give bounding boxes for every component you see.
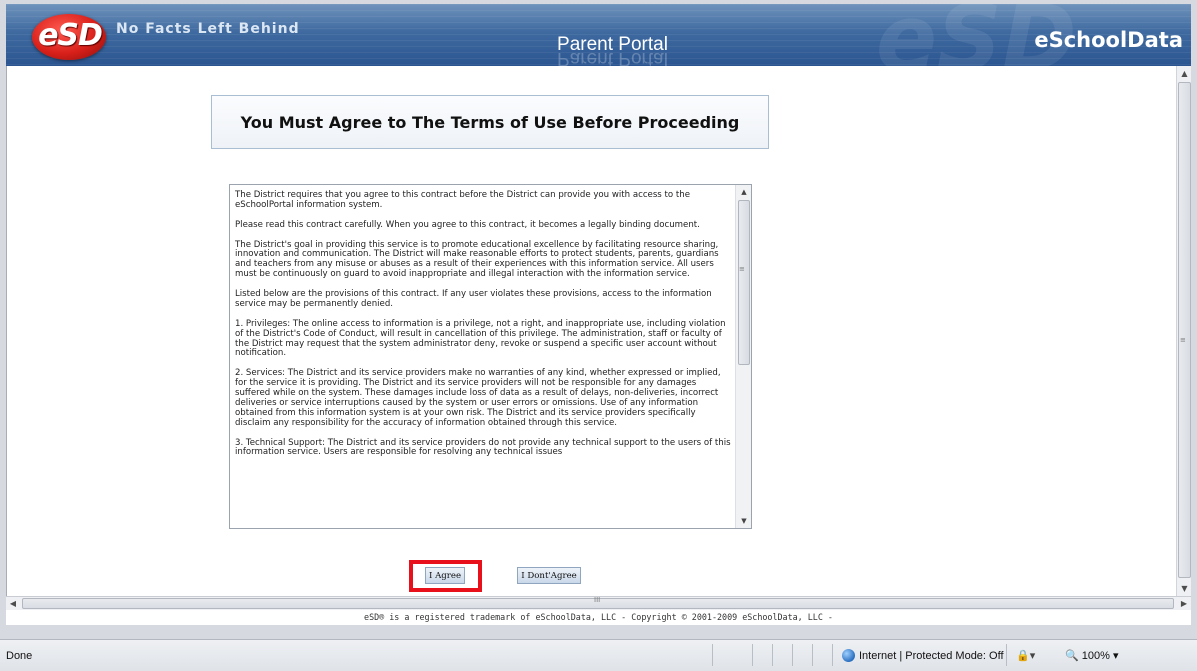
scroll-up-icon[interactable]: ▲ xyxy=(1177,66,1192,81)
zoom-level: 100% xyxy=(1081,650,1110,662)
terms-paragraph: Listed below are the provisions of this … xyxy=(235,289,712,309)
page-horizontal-scrollbar[interactable]: ◀ III ▶ xyxy=(6,596,1191,610)
terms-paragraph: 3. Technical Support: The District and i… xyxy=(235,437,731,458)
portal-title-reflection: Parent Portal xyxy=(557,53,668,66)
page-scroll-thumb[interactable] xyxy=(1178,82,1191,578)
scroll-grip-icon: ≡ xyxy=(739,265,745,273)
status-divider xyxy=(1006,644,1007,666)
zoom-icon: 🔍 xyxy=(1065,650,1079,662)
chevron-down-icon: ▾ xyxy=(1112,650,1119,662)
terms-paragraph: The District requires that you agree to … xyxy=(235,190,690,210)
terms-scroll-thumb[interactable] xyxy=(738,200,750,365)
scroll-up-icon[interactable]: ▲ xyxy=(736,185,751,199)
page-title: You Must Agree to The Terms of Use Befor… xyxy=(240,112,740,132)
agree-button[interactable]: I Agree xyxy=(425,567,465,584)
status-divider xyxy=(792,644,793,666)
browser-window: eSD eSD No Facts Left Behind Parent Port… xyxy=(0,0,1197,671)
scroll-grip-icon: ≡ xyxy=(1180,336,1186,344)
terms-paragraph: 1. Privileges: The online access to info… xyxy=(235,318,726,359)
scroll-down-icon[interactable]: ▼ xyxy=(736,514,751,528)
terms-scrollbar[interactable]: ▲ ≡ ▼ xyxy=(735,185,751,528)
content-area: You Must Agree to The Terms of Use Befor… xyxy=(6,66,1176,596)
terms-title-box: You Must Agree to The Terms of Use Befor… xyxy=(211,95,769,149)
brand-name: eSchoolData xyxy=(1034,28,1183,52)
terms-paragraph: 2. Services: The District and its servic… xyxy=(235,368,721,428)
disagree-button[interactable]: I Dont'Agree xyxy=(517,567,581,584)
zone-label: Internet | Protected Mode: Off xyxy=(859,649,1004,662)
terms-paragraph: The District's goal in providing this se… xyxy=(235,239,719,280)
terms-paragraph: Please read this contract carefully. Whe… xyxy=(235,219,700,230)
status-divider xyxy=(832,644,833,666)
status-divider xyxy=(812,644,813,666)
scroll-right-icon[interactable]: ▶ xyxy=(1177,597,1191,610)
status-divider xyxy=(752,644,753,666)
scroll-left-icon[interactable]: ◀ xyxy=(6,597,20,610)
globe-icon xyxy=(842,649,855,662)
scroll-grip-icon: III xyxy=(594,596,601,604)
status-bar: Done Internet | Protected Mode: Off 🔒▾ 🔍… xyxy=(0,639,1197,671)
terms-text: The District requires that you agree to … xyxy=(230,185,735,528)
page-vertical-scrollbar[interactable]: ▲ ≡ ▼ xyxy=(1176,66,1191,596)
status-divider xyxy=(772,644,773,666)
lock-icon[interactable]: 🔒▾ xyxy=(1016,649,1035,662)
status-divider xyxy=(712,644,713,666)
terms-textarea[interactable]: The District requires that you agree to … xyxy=(229,184,752,529)
security-zone[interactable]: Internet | Protected Mode: Off xyxy=(842,649,1004,662)
status-text: Done xyxy=(6,650,33,662)
header-banner: eSD eSD No Facts Left Behind Parent Port… xyxy=(6,4,1191,66)
zoom-control[interactable]: 🔍 100% ▾ xyxy=(1065,649,1119,662)
scroll-down-icon[interactable]: ▼ xyxy=(1177,581,1192,596)
copyright-footer: eSD® is a registered trademark of eSchoo… xyxy=(6,610,1191,625)
